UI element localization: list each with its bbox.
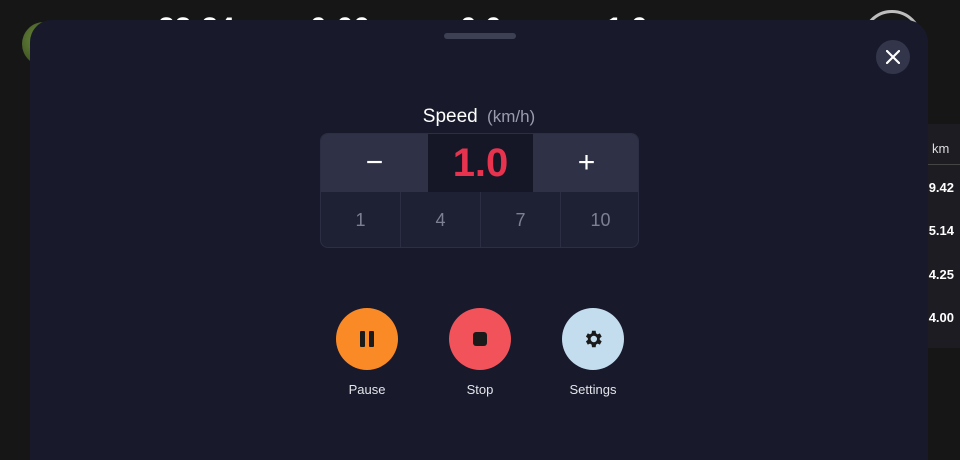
close-icon (886, 50, 900, 64)
table-cell: 5.14 (928, 223, 954, 238)
table-cell: 4.00 (928, 310, 954, 325)
speed-control-panel: − 1.0 + 1 4 7 10 (320, 133, 639, 248)
speed-title: Speed (km/h) (30, 106, 928, 128)
stop-button[interactable] (449, 308, 511, 370)
table-cell: 9.42 (928, 180, 954, 195)
table-cell: 4.25 (928, 267, 954, 282)
stop-label: Stop (466, 382, 494, 397)
speed-preset-button[interactable]: 10 (561, 192, 638, 247)
sheet-grabber[interactable] (444, 33, 516, 39)
speed-value: 1.0 (428, 134, 533, 192)
speed-label: Speed (422, 106, 478, 127)
settings-button[interactable] (562, 308, 624, 370)
stop-icon (473, 332, 487, 346)
control-sheet: Speed (km/h) − 1.0 + 1 4 7 10 Pause Stop (30, 20, 928, 460)
speed-presets: 1 4 7 10 (321, 192, 638, 247)
pause-icon (360, 331, 374, 347)
decrease-speed-button[interactable]: − (321, 134, 428, 192)
settings-control: Settings (548, 308, 638, 397)
speed-unit: (km/h) (487, 107, 536, 126)
close-button[interactable] (876, 40, 910, 74)
pause-button[interactable] (336, 308, 398, 370)
speed-preset-button[interactable]: 1 (321, 192, 401, 247)
speed-preset-button[interactable]: 4 (401, 192, 481, 247)
table-header: km (932, 141, 950, 156)
pause-control: Pause (322, 308, 412, 397)
stop-control: Stop (435, 308, 525, 397)
increase-speed-button[interactable]: + (533, 134, 638, 192)
pause-label: Pause (348, 382, 386, 397)
gear-icon (585, 330, 602, 348)
settings-label: Settings (569, 382, 617, 397)
speed-preset-button[interactable]: 7 (481, 192, 561, 247)
